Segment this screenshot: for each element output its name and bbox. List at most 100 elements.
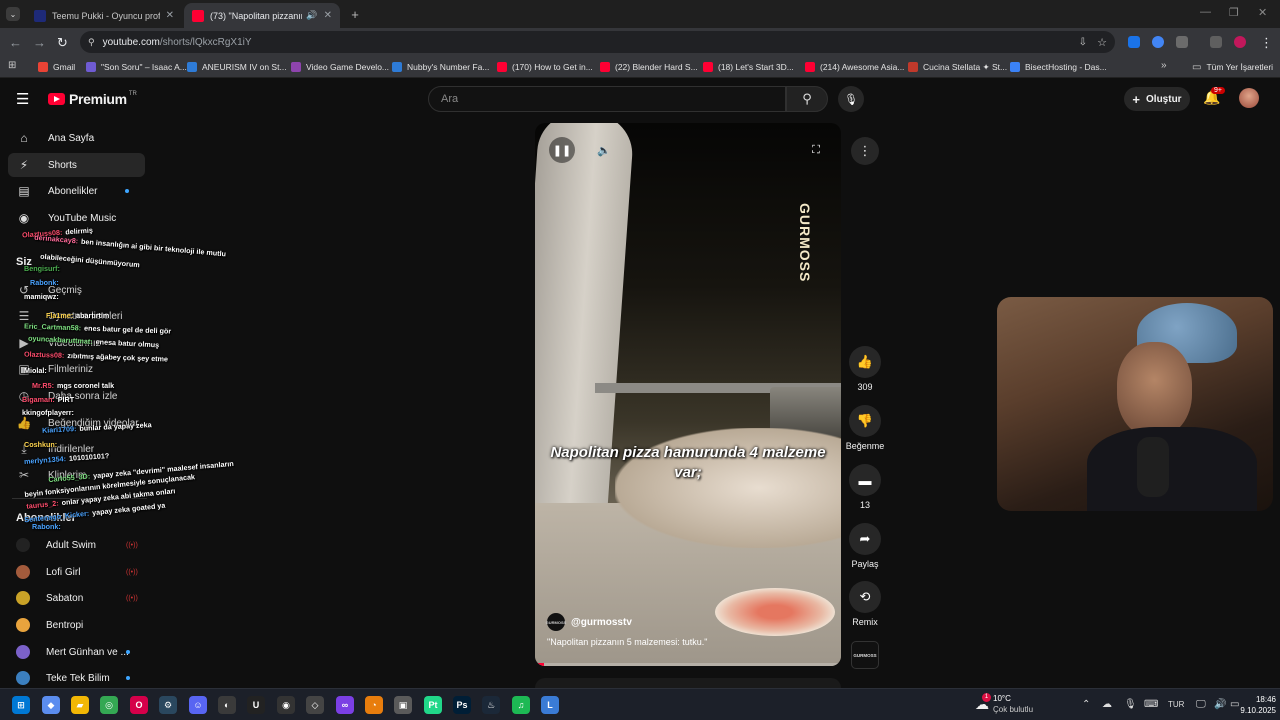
minimize-icon[interactable]: — [1200, 6, 1211, 18]
clock[interactable]: 18:46 9.10.2025 [1232, 694, 1276, 716]
close-window-icon[interactable]: ✕ [1258, 6, 1267, 19]
channel-avatar[interactable]: GURMOSS [546, 613, 566, 631]
video-progress-bar[interactable] [535, 663, 841, 666]
language-indicator[interactable]: TUR [1168, 700, 1184, 709]
install-app-icon[interactable]: ⇩ [1079, 37, 1087, 48]
pycharm-icon[interactable]: Pt [424, 696, 442, 714]
channel-name[interactable]: @gurmosstv [571, 617, 632, 628]
sound-thumbnail[interactable]: GURMOSS [851, 641, 879, 669]
bookmark-item[interactable]: (214) Awesome Asia... [805, 60, 904, 74]
browser-tab[interactable]: Teemu Pukki - Oyuncu profili 2... ✕ [26, 3, 182, 28]
forward-icon[interactable]: → [33, 35, 46, 50]
tray-overflow-icon[interactable]: ⌃ [1082, 699, 1090, 710]
more-bookmarks-icon[interactable]: » [1161, 60, 1167, 71]
apps-grid-icon[interactable]: ⊞ [8, 60, 16, 71]
new-tab-button[interactable]: + [346, 5, 364, 23]
sidebar-item-shorts[interactable]: ⚡ Shorts [16, 158, 77, 172]
remix-action[interactable]: ⟲ Remix [848, 581, 882, 627]
back-icon[interactable]: ← [9, 35, 22, 50]
guide-menu-icon[interactable]: ☰ [16, 90, 29, 108]
profile-icon[interactable] [1234, 36, 1246, 48]
create-button[interactable]: + Oluştur [1124, 87, 1190, 111]
network-icon[interactable]: 🖵 [1196, 699, 1206, 710]
subscription-item[interactable]: Teke Tek Bilim [16, 671, 130, 685]
extensions-puzzle-icon[interactable] [1176, 36, 1188, 48]
search-input[interactable]: Ara [428, 86, 786, 112]
dislike-button[interactable]: 👎 [849, 405, 881, 437]
chrome-icon[interactable]: ◎ [100, 696, 118, 714]
subscription-item[interactable]: Bentropi [16, 618, 122, 632]
steam-app-icon[interactable]: ⚙ [159, 696, 177, 714]
address-bar[interactable]: ⚲ youtube.com/shorts/lQkxcRgX1iY ⇩ ☆ [80, 31, 1115, 53]
share-button[interactable]: ➦ [849, 523, 881, 555]
site-info-icon[interactable]: ⚲ [88, 37, 95, 48]
extension-icon[interactable] [1152, 36, 1164, 48]
voice-search-button[interactable]: 🎙 [838, 86, 864, 112]
chrome-menu-icon[interactable]: ⋮ [1260, 35, 1273, 51]
bookmark-item[interactable]: (22) Blender Hard S... [600, 60, 698, 74]
github-icon[interactable]: ◉ [277, 696, 295, 714]
mic-tray-icon[interactable]: 🎙 [1124, 699, 1137, 710]
reading-list-icon[interactable] [1210, 36, 1222, 48]
discord-icon[interactable]: ☺ [189, 696, 207, 714]
more-options-button[interactable]: ⋮ [851, 137, 879, 165]
like-action[interactable]: 👍 309 [848, 346, 882, 392]
sidebar-item-ana-sayfa[interactable]: ⌂ Ana Sayfa [16, 131, 94, 145]
volume-tray-icon[interactable]: 🔊 [1214, 699, 1226, 710]
bookmark-item[interactable]: Nubby's Number Fa... [392, 60, 489, 74]
comments-button[interactable]: ▬ [849, 464, 881, 496]
all-bookmarks-folder[interactable]: ▭ Tüm Yer İşaretleri [1192, 60, 1273, 74]
remix-button[interactable]: ⟲ [849, 581, 881, 613]
copilot-icon[interactable]: ◆ [42, 696, 60, 714]
tab-search-button[interactable]: ⌄ [6, 7, 20, 21]
unity-icon[interactable]: ◇ [306, 696, 324, 714]
visual-studio-icon[interactable]: ∞ [336, 696, 354, 714]
bookmark-item[interactable]: "Son Soru" – Isaac A... [86, 60, 187, 74]
bookmark-item[interactable]: (18) Let's Start 3D... [703, 60, 794, 74]
sidebar-item-abonelikler[interactable]: ▤ Abonelikler [16, 184, 130, 198]
photoshop-icon[interactable]: Ps [453, 696, 471, 714]
short-video-player[interactable]: GURMOSS ❚❚ 🔈 ⛶ Napolitan pizza hamurunda… [535, 123, 841, 666]
dislike-action[interactable]: 👎 Beğenme [843, 405, 887, 451]
bookmark-item[interactable]: Video Game Develo... [291, 60, 389, 74]
bookmark-item[interactable]: Gmail [38, 60, 75, 74]
search-button[interactable]: ⚲ [786, 86, 828, 112]
subscription-item[interactable]: Mert Günhan ve ... [16, 645, 130, 659]
audio-playing-icon[interactable]: 🔊 [306, 10, 317, 21]
onedrive-icon[interactable]: ☁ [1102, 699, 1112, 710]
like-button[interactable]: 👍 [849, 346, 881, 378]
short-title[interactable]: "Napolitan pizzanın 5 malzemesi: tutku." [547, 637, 707, 647]
bookmark-star-icon[interactable]: ☆ [1097, 36, 1107, 49]
app-icon[interactable]: ▣ [394, 696, 412, 714]
steam-icon[interactable]: ♨ [482, 696, 500, 714]
pause-button[interactable]: ❚❚ [549, 137, 575, 163]
bookmark-item[interactable]: BisectHosting - Das... [1010, 60, 1107, 74]
keyboard-icon[interactable]: ⌨ [1144, 699, 1158, 710]
obs-icon[interactable]: ◐ [218, 696, 236, 714]
subscription-item[interactable]: Sabaton ((•)) [16, 591, 138, 605]
subscription-item[interactable]: Adult Swim ((•)) [16, 538, 138, 552]
reload-icon[interactable]: ↻ [57, 35, 68, 51]
comments-action[interactable]: ▬ 13 [848, 464, 882, 510]
explorer-icon[interactable]: ▰ [71, 696, 89, 714]
spotify-icon[interactable]: ♫ [512, 696, 530, 714]
fullscreen-button[interactable]: ⛶ [803, 137, 829, 163]
close-icon[interactable]: ✕ [166, 10, 174, 21]
bookmark-item[interactable]: ANEURISM IV on St... [187, 60, 287, 74]
channel-link[interactable]: GURMOSS @gurmosstv [546, 613, 632, 631]
extension-icon[interactable] [1128, 36, 1140, 48]
youtube-premium-logo[interactable]: Premium TR [48, 91, 137, 107]
editor-icon[interactable]: L [541, 696, 559, 714]
unreal-icon[interactable]: U [247, 696, 265, 714]
volume-button[interactable]: 🔈 [591, 137, 617, 163]
maximize-icon[interactable]: ❐ [1229, 6, 1239, 19]
close-icon[interactable]: ✕ [324, 10, 332, 21]
bookmark-item[interactable]: (170) How to Get in... [497, 60, 593, 74]
notifications-button[interactable]: 🔔 9+ [1203, 87, 1225, 106]
avatar[interactable] [1239, 88, 1259, 108]
browser-tab-active[interactable]: (73) "Napolitan pizzanın 5 m... 🔊 ✕ [184, 3, 340, 28]
bookmark-item[interactable]: Cucina Stellata ✦ St... [908, 60, 1007, 74]
windows-start-icon[interactable]: ⊞ [12, 696, 30, 714]
subscription-item[interactable]: Lofi Girl ((•)) [16, 565, 138, 579]
weather-widget[interactable]: ☁ 1 10°C Çok bulutlu [975, 692, 1033, 715]
